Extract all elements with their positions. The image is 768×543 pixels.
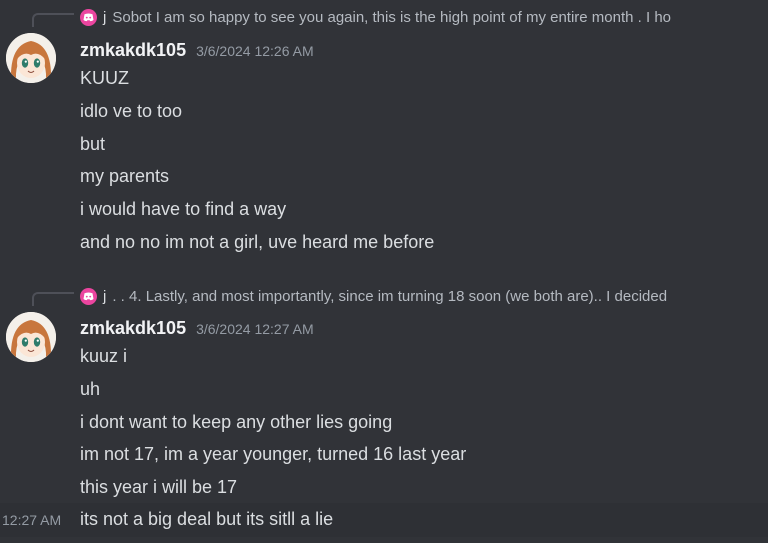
message-line: and no no im not a girl, uve heard me be… (80, 232, 435, 252)
timestamp[interactable]: 3/6/2024 12:26 AM (196, 43, 314, 59)
message-line: this year i will be 17 (80, 477, 238, 497)
reply-preview[interactable]: j . . 4. Lastly, and most importantly, s… (80, 286, 768, 306)
discord-icon (80, 287, 97, 305)
chat-log: j Sobot I am so happy to see you again, … (0, 0, 768, 543)
message-line: im not 17, im a year younger, turned 16 … (80, 444, 467, 464)
discord-icon (80, 8, 97, 26)
message-line: its not a big deal but its sitll a lie (80, 509, 334, 529)
username[interactable]: zmkakdk105 (80, 40, 186, 61)
avatar[interactable] (6, 312, 56, 362)
message-line: uh (80, 379, 101, 399)
reply-connector (32, 13, 74, 27)
avatar[interactable] (6, 33, 56, 83)
message-header: zmkakdk105 3/6/2024 12:27 AM (80, 318, 314, 339)
message-line: KUUZ (80, 68, 129, 88)
message-line: i would have to find a way (80, 199, 287, 219)
reply-preview[interactable]: j Sobot I am so happy to see you again, … (80, 7, 768, 27)
message-line: my parents (80, 166, 170, 186)
reply-connector (32, 292, 74, 306)
reply-text: Sobot I am so happy to see you again, th… (112, 8, 672, 26)
timestamp[interactable]: 3/6/2024 12:27 AM (196, 321, 314, 337)
message-line: i dont want to keep any other lies going (80, 412, 393, 432)
message-line: but (80, 134, 106, 154)
reply-text: . . 4. Lastly, and most importantly, sin… (112, 287, 668, 305)
reply-author[interactable]: j (103, 9, 106, 26)
message-line: idlo ve to too (80, 101, 183, 121)
message-header: zmkakdk105 3/6/2024 12:26 AM (80, 40, 314, 61)
username[interactable]: zmkakdk105 (80, 318, 186, 339)
reply-author[interactable]: j (103, 288, 106, 305)
message-line: kuuz i (80, 346, 128, 366)
hover-timestamp[interactable]: 12:27 AM (2, 512, 61, 528)
